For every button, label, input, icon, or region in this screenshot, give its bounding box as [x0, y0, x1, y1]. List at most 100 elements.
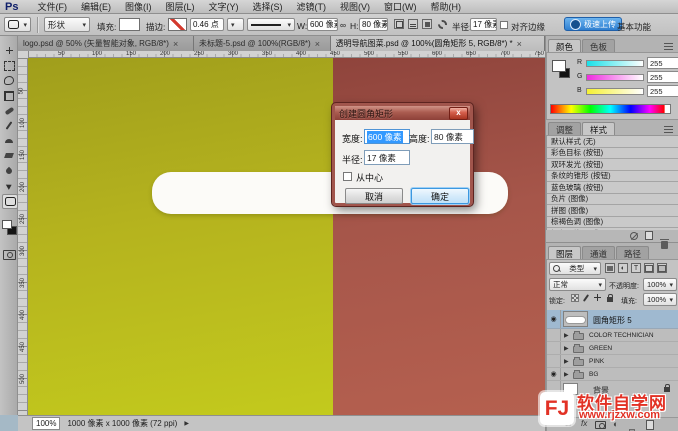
quick-upload-button[interactable]: 极速上传: [564, 17, 622, 31]
tool-preset-picker[interactable]: ▾: [4, 17, 31, 32]
menu-filter[interactable]: 滤镜(T): [289, 0, 333, 13]
visibility-toggle[interactable]: ◉: [547, 368, 561, 380]
lock-all-icon[interactable]: [607, 297, 613, 302]
tab-transparent-nav-psd[interactable]: 透明导航图菜.psd @ 100%(圆角矩形 5, RGB/8*) * ×: [331, 36, 545, 51]
close-icon[interactable]: ×: [315, 39, 320, 49]
shape-height-field[interactable]: 80 像素: [359, 18, 388, 31]
status-options-arrow-icon[interactable]: ▶: [184, 420, 189, 427]
path-arrangement-button[interactable]: [422, 19, 432, 29]
green-slider[interactable]: [586, 74, 644, 81]
menu-window[interactable]: 窗口(W): [377, 0, 424, 13]
menu-view[interactable]: 视图(V): [333, 0, 377, 13]
marquee-tool[interactable]: [2, 59, 16, 72]
radius-field[interactable]: 17 像素: [470, 18, 497, 31]
style-item[interactable]: 默认样式 (无): [547, 136, 678, 148]
healing-brush-tool[interactable]: [2, 104, 16, 117]
path-alignment-button[interactable]: [408, 19, 418, 29]
layer-row-rounded-rectangle-5[interactable]: ◉ 圆角矩形 5: [547, 310, 678, 329]
style-item[interactable]: 负片 (图像): [547, 194, 678, 206]
tool-mode-select[interactable]: 形状 ▾: [44, 17, 90, 32]
menu-select[interactable]: 选择(S): [245, 0, 289, 13]
red-slider[interactable]: [586, 60, 644, 67]
dialog-close-button[interactable]: x: [449, 107, 468, 120]
filter-smart-objects-icon[interactable]: [657, 263, 667, 273]
quick-mask-button[interactable]: [2, 248, 16, 261]
color-spectrum-ramp[interactable]: [550, 104, 671, 114]
tab-untitled-5-psd[interactable]: 未标题-5.psd @ 100%(RGB/8*) ×: [194, 36, 331, 51]
dialog-height-field[interactable]: 80 像素: [431, 129, 474, 144]
menu-file[interactable]: 文件(F): [30, 0, 74, 13]
visibility-toggle[interactable]: [547, 355, 561, 367]
close-icon[interactable]: ×: [173, 39, 178, 49]
style-item[interactable]: 蓝色玻璃 (按钮): [547, 182, 678, 194]
clone-stamp-tool[interactable]: [2, 134, 16, 147]
blend-mode-select[interactable]: 正常 ▾: [549, 278, 606, 291]
delete-style-icon[interactable]: [661, 241, 668, 249]
visibility-toggle[interactable]: [547, 329, 561, 341]
menu-edit[interactable]: 编辑(E): [74, 0, 118, 13]
stroke-type-dropdown[interactable]: ▾: [247, 18, 295, 31]
style-item[interactable]: 拼图 (图像): [547, 205, 678, 217]
gear-icon[interactable]: [438, 20, 447, 29]
dialog-width-field[interactable]: 600 像素: [364, 129, 410, 144]
cancel-button[interactable]: 取消: [345, 188, 403, 204]
stroke-swatch[interactable]: [168, 18, 187, 31]
panel-menu-icon[interactable]: [664, 43, 673, 50]
style-item[interactable]: 条纹的锥形 (按钮): [547, 171, 678, 183]
path-operations-button[interactable]: [394, 19, 404, 29]
blur-tool[interactable]: [2, 164, 16, 177]
tab-logo-psd[interactable]: logo.psd @ 50% (矢量智能对象, RGB/8*) ×: [18, 36, 194, 51]
collapse-icon[interactable]: ▶: [564, 371, 569, 378]
layer-name[interactable]: GREEN: [589, 345, 612, 352]
layer-name[interactable]: COLOR TECHNICIAN: [589, 332, 654, 339]
from-center-checkbox[interactable]: [343, 172, 352, 181]
panel-menu-icon[interactable]: [664, 126, 673, 133]
zoom-level-field[interactable]: 100%: [32, 417, 60, 430]
blue-value-field[interactable]: 255: [647, 85, 678, 97]
layer-group-pink[interactable]: ▶ PINK: [547, 355, 678, 368]
collapse-icon[interactable]: ▶: [564, 358, 569, 365]
layer-group-green[interactable]: ▶ GREEN: [547, 342, 678, 355]
filter-shape-layers-icon[interactable]: [644, 263, 654, 273]
new-style-icon[interactable]: [645, 231, 653, 240]
lock-pixels-icon[interactable]: [583, 294, 589, 302]
align-edges-checkbox[interactable]: [500, 21, 508, 29]
filter-type-layers-icon[interactable]: T: [631, 263, 641, 273]
menu-image[interactable]: 图像(I): [118, 0, 159, 13]
collapse-icon[interactable]: ▶: [564, 332, 569, 339]
rounded-rectangle-tool[interactable]: [2, 194, 18, 209]
link-dimensions-icon[interactable]: ∞: [340, 20, 346, 30]
foreground-color-swatch[interactable]: [2, 220, 12, 229]
layer-thumbnail[interactable]: [563, 311, 588, 327]
visibility-toggle[interactable]: ◉: [547, 310, 561, 328]
filter-pixel-layers-icon[interactable]: [605, 263, 615, 273]
style-item[interactable]: 彩色目标 (按钮): [547, 148, 678, 160]
layer-name[interactable]: PINK: [589, 358, 604, 365]
layer-group-bg[interactable]: ◉ ▶ BG: [547, 368, 678, 381]
opacity-field[interactable]: 100% ▾: [643, 278, 677, 291]
brush-tool[interactable]: [2, 119, 16, 132]
blue-slider[interactable]: [586, 88, 644, 95]
menu-help[interactable]: 帮助(H): [423, 0, 468, 13]
eraser-tool[interactable]: [2, 149, 16, 162]
ok-button[interactable]: 确定: [411, 188, 469, 204]
layer-name[interactable]: BG: [589, 371, 598, 378]
close-icon[interactable]: ×: [517, 39, 522, 49]
fill-swatch[interactable]: [119, 18, 140, 31]
layer-filter-kind-select[interactable]: 类型 ▾: [549, 262, 601, 275]
dialog-radius-field[interactable]: 17 像素: [364, 150, 410, 165]
green-value-field[interactable]: 255: [647, 71, 678, 83]
layer-name[interactable]: 圆角矩形 5: [593, 315, 632, 326]
lock-position-icon[interactable]: [594, 294, 601, 301]
visibility-toggle[interactable]: [547, 342, 561, 354]
clear-style-icon[interactable]: [630, 232, 638, 240]
menu-layer[interactable]: 图层(L): [158, 0, 201, 13]
red-value-field[interactable]: 255: [647, 57, 678, 69]
shape-width-field[interactable]: 600 像素: [307, 18, 338, 31]
style-item[interactable]: 棕褐色调 (图像): [547, 217, 678, 229]
workspace-switcher[interactable]: 基本功能: [617, 21, 651, 33]
stroke-width-field[interactable]: 0.46 点: [190, 18, 224, 31]
path-selection-tool[interactable]: [2, 179, 16, 192]
menu-type[interactable]: 文字(Y): [201, 0, 245, 13]
lock-transparency-icon[interactable]: [571, 294, 579, 302]
